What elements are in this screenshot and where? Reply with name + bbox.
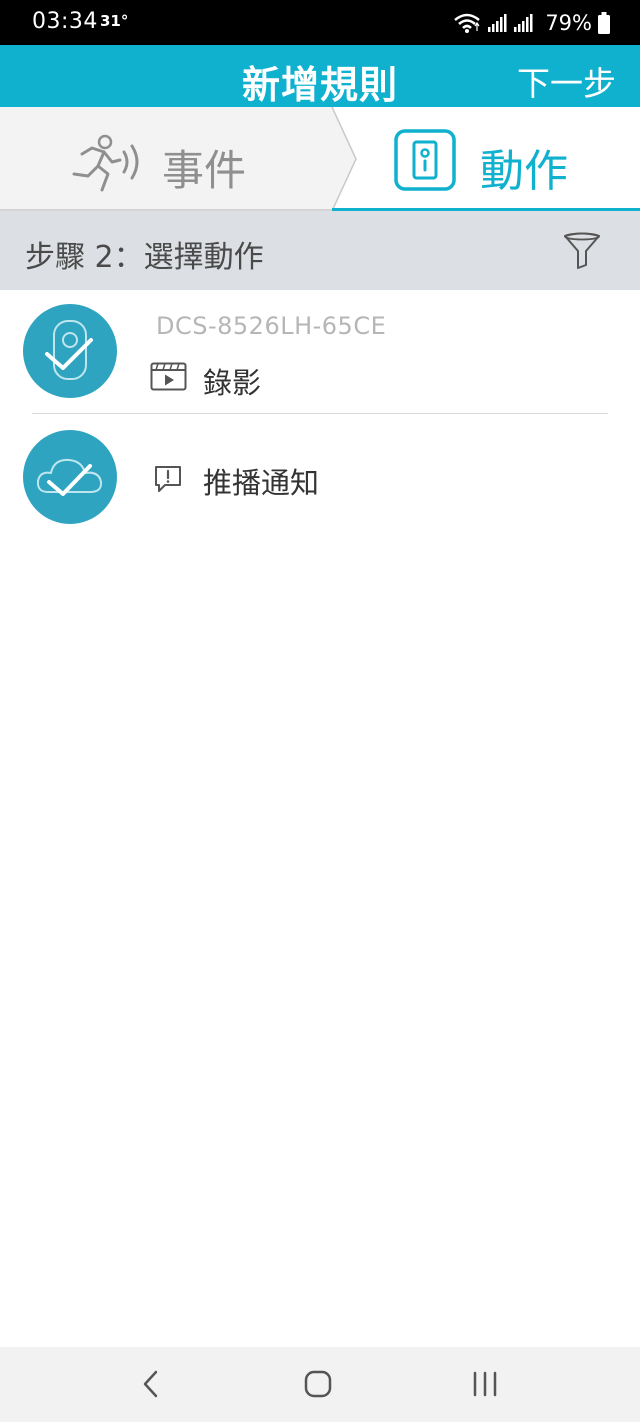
video-record-icon xyxy=(150,362,187,391)
action-label-push: 推播通知 xyxy=(203,466,320,500)
list-item[interactable]: DCS-8526LH-65CE 錄影 xyxy=(0,290,640,413)
app-header: 新增規則 下一步 xyxy=(0,45,640,107)
tab-action[interactable]: 動作 xyxy=(340,107,640,211)
recents-icon[interactable] xyxy=(465,1364,505,1404)
signal-icon xyxy=(488,14,507,32)
filter-icon[interactable] xyxy=(562,232,602,270)
screen: 03:34 31° 79% 新增規則 下一步 事件 動作 步驟 2：選擇動作 D… xyxy=(0,0,640,1422)
running-person-icon xyxy=(72,134,139,192)
wifi-icon xyxy=(454,13,481,33)
list-item[interactable]: 推播通知 xyxy=(0,414,640,538)
camera-check-icon xyxy=(23,304,117,398)
step-tabs: 事件 動作 xyxy=(0,107,640,211)
status-bar: 03:34 31° 79% xyxy=(0,0,640,45)
action-label-record: 錄影 xyxy=(203,366,262,400)
status-time: 03:34 xyxy=(32,9,98,34)
back-icon[interactable] xyxy=(132,1364,172,1404)
next-button[interactable]: 下一步 xyxy=(517,57,616,105)
step-title: 步驟 2：選擇動作 xyxy=(25,240,264,275)
device-icon xyxy=(394,129,456,191)
battery-icon xyxy=(598,12,610,34)
cloud-check-icon xyxy=(23,430,117,524)
tab-action-label: 動作 xyxy=(480,146,568,197)
status-indicators: 79% xyxy=(453,8,610,38)
tab-event[interactable]: 事件 xyxy=(0,107,340,211)
home-icon[interactable] xyxy=(298,1364,338,1404)
battery-level: 79% xyxy=(545,11,592,35)
status-temperature: 31° xyxy=(100,12,129,30)
tab-event-label: 事件 xyxy=(162,146,247,195)
signal-icon-2 xyxy=(514,14,533,32)
notification-icon xyxy=(155,466,181,492)
step-header: 步驟 2：選擇動作 xyxy=(0,211,640,290)
navigation-bar xyxy=(0,1347,640,1422)
device-name: DCS-8526LH-65CE xyxy=(156,312,387,340)
